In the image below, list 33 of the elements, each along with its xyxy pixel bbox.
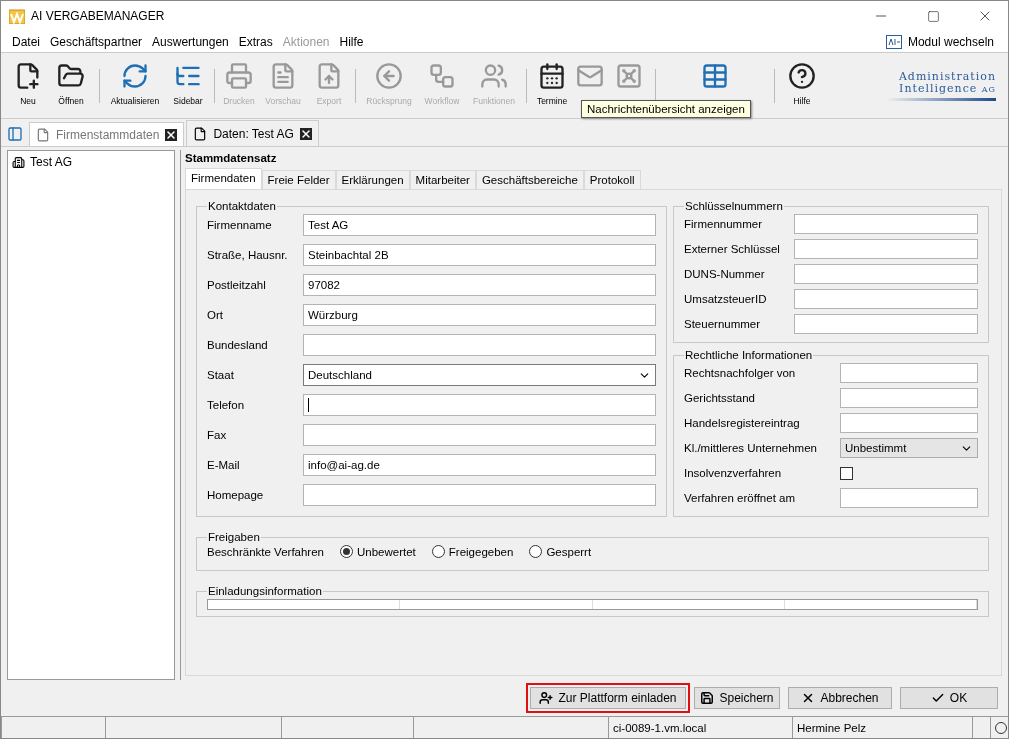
field-label: Straße, Hausnr. [207,249,289,261]
window-title: AI VERGABEMANAGER [31,9,166,23]
field-label: Firmenname [207,219,273,231]
section-title: Stammdatensatz [185,152,278,166]
field-label: E-Mail [207,459,241,471]
field-label: Steuernummer [684,318,762,330]
field-label: Fax [207,429,228,441]
group-title: Kontaktdaten [207,200,277,212]
field-label: Rechtsnachfolger von [684,367,797,379]
field-label: Insolvenzverfahren [684,467,783,479]
field-label: Telefon [207,399,246,411]
group-title: Schlüsselnummern [684,200,784,212]
field-label: Handelsregistereintrag [684,417,801,429]
status-text: Hermine Pelz [792,717,972,738]
status-text: ci-0089-1.vm.local [608,717,792,738]
field-label: Ort [207,309,224,321]
field-label: Kl./mittleres Unternehmen [684,442,818,454]
field-label: DUNS-Nummer [684,268,766,280]
company-logo: Administration Intelligence AG [886,70,1000,101]
field-label: UmsatzsteuerID [684,293,768,305]
field-label: Firmennummer [684,218,763,230]
field-label: Gerichtsstand [684,392,756,404]
field-label: Beschränkte Verfahren [207,545,324,558]
field-label: Bundesland [207,339,269,351]
field-label: Staat [207,369,235,381]
field-label: Externer Schlüssel [684,243,781,255]
group-title: Rechtliche Informationen [684,349,814,361]
group-title: Einladungsinformation [207,585,323,597]
field-label: Homepage [207,489,265,501]
tooltip: Nachrichtenübersicht anzeigen [581,100,751,118]
field-label: Postleitzahl [207,279,267,291]
field-label: Verfahren eröffnet am [684,492,797,504]
group-title: Freigaben [207,531,261,543]
